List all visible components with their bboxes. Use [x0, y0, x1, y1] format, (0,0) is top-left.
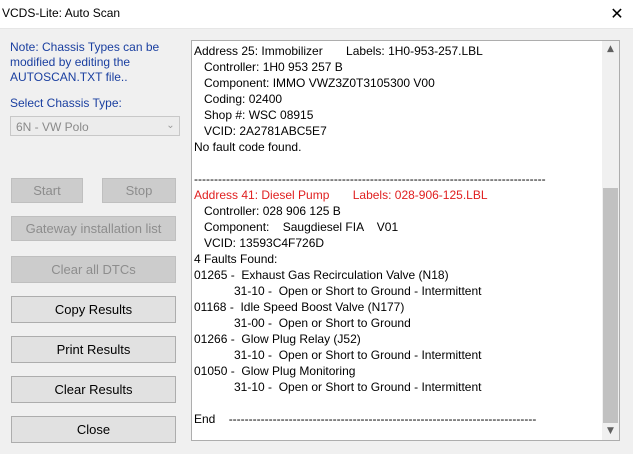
note-line: modified by editing the: [10, 55, 131, 69]
log-line: Address 25: Immobilizer Labels: 1H0-953-…: [194, 44, 483, 58]
log-line: 31-10 - Open or Short to Ground - Interm…: [194, 284, 482, 298]
chassis-selected-value: 6N - VW Polo: [16, 120, 89, 134]
copy-results-button[interactable]: Copy Results: [11, 296, 176, 323]
log-line: 01050 - Glow Plug Monitoring: [194, 364, 356, 378]
stop-button[interactable]: Stop: [102, 178, 176, 203]
note-line: Note: Chassis Types can be: [10, 40, 160, 54]
chassis-type-select[interactable]: 6N - VW Polo ⌄: [10, 116, 180, 136]
log-line: VCID: 2A2781ABC5E7: [194, 124, 327, 138]
start-button[interactable]: Start: [11, 178, 83, 203]
log-line: End ------------------------------------…: [194, 412, 537, 426]
log-line: 01168 - Idle Speed Boost Valve (N177): [194, 300, 405, 314]
chassis-note: Note: Chassis Types can be modified by e…: [10, 40, 185, 85]
scroll-down-icon[interactable]: ▼: [602, 423, 619, 440]
close-window-icon[interactable]: ✕: [601, 0, 633, 28]
log-line: Shop #: WSC 08915: [194, 108, 314, 122]
clear-results-button[interactable]: Clear Results: [11, 376, 176, 403]
title-bar: VCDS-Lite: Auto Scan ✕: [0, 0, 633, 29]
scroll-up-icon[interactable]: ▲: [602, 41, 619, 58]
log-line: 01266 - Glow Plug Relay (J52): [194, 332, 361, 346]
gateway-installation-list-button[interactable]: Gateway installation list: [11, 216, 176, 241]
scan-results-textarea[interactable]: Address 25: Immobilizer Labels: 1H0-953-…: [191, 40, 620, 441]
log-line: Component: Saugdiesel FIA V01: [194, 220, 399, 234]
window-title: VCDS-Lite: Auto Scan: [2, 6, 121, 20]
log-line: Controller: 1H0 953 257 B: [194, 60, 343, 74]
log-line: Coding: 02400: [194, 92, 283, 106]
log-line: Component: IMMO VWZ3Z0T3105300 V00: [194, 76, 435, 90]
log-line: Address 41: Diesel Pump Labels: 028-906-…: [194, 188, 488, 202]
log-line: 4 Faults Found:: [194, 252, 278, 266]
log-line: No fault code found.: [194, 140, 302, 154]
clear-all-dtcs-button[interactable]: Clear all DTCs: [11, 256, 176, 283]
scan-results-log: Address 25: Immobilizer Labels: 1H0-953-…: [194, 43, 599, 427]
chevron-down-icon: ⌄: [166, 120, 175, 131]
log-line: 31-00 - Open or Short to Ground: [194, 316, 411, 330]
vertical-scrollbar[interactable]: ▲ ▼: [602, 41, 619, 440]
log-line: 31-10 - Open or Short to Ground - Interm…: [194, 348, 482, 362]
log-line: 31-10 - Open or Short to Ground - Interm…: [194, 380, 482, 394]
log-line: Controller: 028 906 125 B: [194, 204, 341, 218]
print-results-button[interactable]: Print Results: [11, 336, 176, 363]
log-line: VCID: 13593C4F726D: [194, 236, 325, 250]
close-button[interactable]: Close: [11, 416, 176, 443]
scrollbar-thumb[interactable]: [603, 188, 618, 423]
chassis-select-label: Select Chassis Type:: [10, 96, 122, 110]
log-line: ----------------------------------------…: [194, 172, 546, 186]
note-line: AUTOSCAN.TXT file..: [10, 70, 128, 84]
log-line: 01265 - Exhaust Gas Recirculation Valve …: [194, 268, 449, 282]
